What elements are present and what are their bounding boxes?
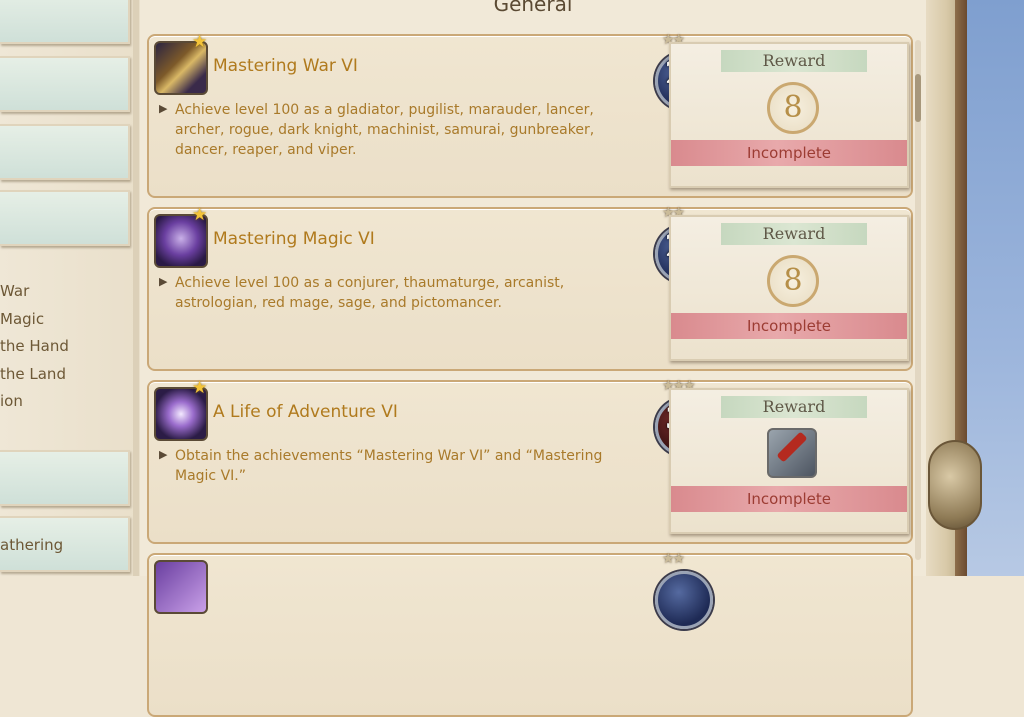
achievement-card[interactable]: ★ A Life of Adventure VI ▶ Obtain the ac… bbox=[147, 378, 913, 544]
achievement-title: Mastering Magic VI bbox=[213, 229, 375, 249]
status-bar: Incomplete bbox=[671, 313, 907, 339]
sidebar-tab[interactable] bbox=[0, 450, 130, 506]
sidebar-tab[interactable] bbox=[0, 190, 130, 246]
points-circle bbox=[655, 571, 713, 629]
sidebar-item-ion[interactable]: ion bbox=[0, 392, 23, 410]
achievement-description: Achieve level 100 as a conjurer, thaumat… bbox=[175, 275, 565, 311]
achievement-card[interactable]: ★ Mastering Magic VI ▶ Achieve level 100… bbox=[147, 205, 913, 371]
status-bar: Incomplete bbox=[671, 140, 907, 166]
sidebar-tab[interactable] bbox=[0, 56, 130, 112]
sidebar-tab[interactable] bbox=[0, 0, 130, 44]
reward-panel: Reward Incomplete bbox=[669, 388, 909, 534]
sidebar-item-magic[interactable]: Magic bbox=[0, 310, 44, 328]
bullet-arrow-icon: ▶ bbox=[159, 448, 168, 461]
achievement-title: Mastering War VI bbox=[213, 56, 358, 76]
sidebar-item-war[interactable]: War bbox=[0, 282, 29, 300]
bullet-arrow-icon: ▶ bbox=[159, 102, 168, 115]
achievement-icon bbox=[154, 560, 208, 614]
sidebar-item-land[interactable]: the Land bbox=[0, 365, 66, 383]
star-icon: ★ bbox=[192, 32, 208, 52]
emblem-icon: 8 bbox=[767, 255, 819, 307]
points-badge: ★★ bbox=[649, 551, 713, 647]
reward-panel: Reward 8 Incomplete bbox=[669, 215, 909, 361]
star-icon: ★ bbox=[192, 378, 208, 398]
achievement-title: A Life of Adventure VI bbox=[213, 402, 398, 422]
achievement-description: Achieve level 100 as a gladiator, pugili… bbox=[175, 102, 595, 158]
bullet-arrow-icon: ▶ bbox=[159, 275, 168, 288]
emblem-icon: 8 bbox=[767, 82, 819, 134]
star-icon: ★ bbox=[192, 205, 208, 225]
reward-panel: Reward 8 Incomplete bbox=[669, 42, 909, 188]
item-icon[interactable] bbox=[767, 428, 817, 478]
main-scrollbar-thumb[interactable] bbox=[915, 74, 921, 122]
reward-label: Reward bbox=[721, 396, 867, 418]
sidebar-scrollbar[interactable] bbox=[133, 0, 139, 576]
sidebar-item-hand[interactable]: the Hand bbox=[0, 337, 69, 355]
reward-label: Reward bbox=[721, 50, 867, 72]
section-title: General bbox=[493, 0, 573, 16]
sidebar: War Magic the Hand the Land ion athering bbox=[0, 0, 140, 576]
achievement-description: Obtain the achievements “Mastering War V… bbox=[175, 448, 603, 484]
sidebar-tab[interactable] bbox=[0, 124, 130, 180]
coin-ornament bbox=[928, 440, 982, 530]
achievement-card[interactable]: ★★ bbox=[147, 551, 913, 717]
reward-label: Reward bbox=[721, 223, 867, 245]
status-bar: Incomplete bbox=[671, 486, 907, 512]
achievement-card[interactable]: ★ Mastering War VI ▶ Achieve level 100 a… bbox=[147, 32, 913, 198]
star-icon: ★★ bbox=[662, 551, 685, 567]
sidebar-item-gathering[interactable]: athering bbox=[0, 536, 63, 554]
